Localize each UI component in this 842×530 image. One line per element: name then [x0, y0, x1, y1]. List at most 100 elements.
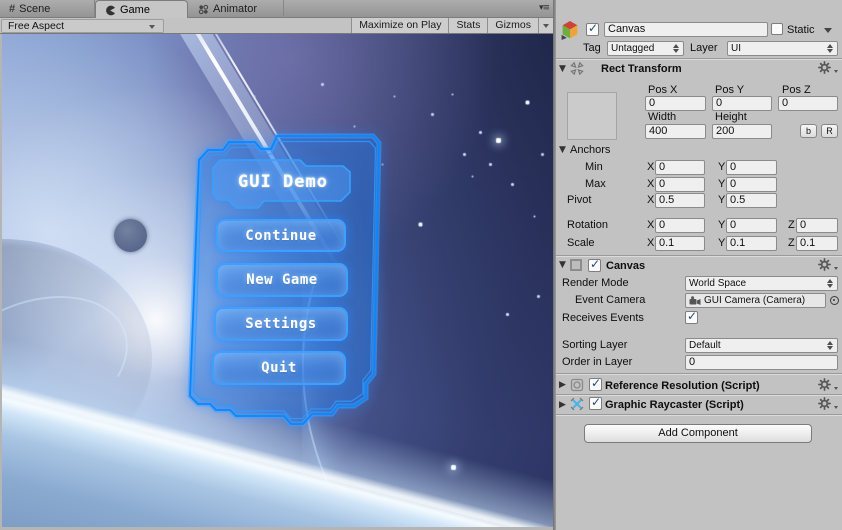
y-label: Y: [718, 161, 726, 173]
y-label: Y: [718, 194, 726, 206]
pivot-x-field[interactable]: 0.5: [655, 193, 705, 208]
gear-icon[interactable]: [818, 378, 838, 391]
gui-demo-title: GUI Demo: [238, 172, 328, 192]
anchor-max-y-field[interactable]: 0: [726, 177, 777, 192]
pos-z-field[interactable]: 0: [778, 96, 838, 111]
canvas-enabled-checkbox[interactable]: ✓: [588, 257, 601, 272]
anchor-preview-box: [567, 92, 617, 140]
scale-y-field[interactable]: 0.1: [726, 236, 777, 251]
raw-edit-mode-button[interactable]: R: [821, 124, 838, 138]
canvas-foldout[interactable]: ▼: [559, 260, 566, 270]
gizmos-dropdown-arrow[interactable]: [538, 18, 553, 33]
static-label: Static: [787, 24, 815, 36]
tab-animator[interactable]: Animator: [189, 0, 284, 18]
sorting-layer-dropdown[interactable]: Default: [685, 338, 838, 353]
static-dropdown-arrow[interactable]: [824, 28, 832, 33]
gear-icon[interactable]: [818, 397, 838, 410]
check-icon: ✓: [591, 376, 602, 390]
updown-arrows-icon: [827, 279, 834, 288]
height-label: Height: [715, 111, 747, 123]
add-component-button[interactable]: Add Component: [584, 424, 812, 443]
receives-events-checkbox[interactable]: ✓: [685, 309, 698, 324]
layer-dropdown[interactable]: UI: [727, 41, 838, 56]
aspect-dropdown[interactable]: Free Aspect: [1, 19, 164, 33]
updown-arrows-icon: [827, 44, 834, 53]
min-label: Min: [585, 161, 603, 173]
graphic-raycaster-foldout[interactable]: ▶: [559, 400, 566, 410]
game-icon: [105, 5, 116, 16]
new-game-button[interactable]: New Game: [216, 263, 348, 297]
stats-button[interactable]: Stats: [448, 18, 488, 33]
reference-resolution-checkbox[interactable]: ✓: [589, 376, 602, 391]
gizmos-button[interactable]: Gizmos: [487, 18, 538, 33]
gameobject-active-checkbox[interactable]: ✓: [586, 21, 599, 36]
reference-resolution-foldout[interactable]: ▶: [559, 380, 566, 390]
updown-arrows-icon: [673, 44, 680, 53]
width-field[interactable]: 400: [645, 124, 706, 139]
anchor-max-x-field[interactable]: 0: [655, 177, 705, 192]
height-field[interactable]: 200: [712, 124, 772, 139]
rotation-x-field[interactable]: 0: [655, 218, 705, 233]
gui-demo-panel: GUI Demo Continue New Game Settings Quit: [2, 34, 553, 527]
left-pane-menu-icon[interactable]: ▾≡: [539, 3, 550, 13]
receives-events-label: Receives Events: [562, 312, 644, 324]
order-in-layer-field[interactable]: 0: [685, 355, 838, 370]
static-checkbox[interactable]: [771, 23, 783, 35]
rotation-y-field[interactable]: 0: [726, 218, 777, 233]
y-label: Y: [718, 219, 726, 231]
camera-icon: [689, 295, 701, 306]
aspect-value: Free Aspect: [8, 20, 65, 32]
maximize-on-play-button[interactable]: Maximize on Play: [351, 18, 449, 33]
tab-scene[interactable]: # Scene: [0, 0, 95, 18]
chevron-down-icon: [834, 267, 838, 270]
tab-scene-label: Scene: [19, 3, 51, 15]
updown-arrows-icon: [827, 341, 834, 350]
graphic-raycaster-checkbox[interactable]: ✓: [589, 395, 602, 410]
anchor-min-x-field[interactable]: 0: [655, 160, 705, 175]
z-label: Z: [788, 219, 795, 231]
check-icon: ✓: [590, 257, 601, 271]
event-camera-object-field[interactable]: GUI Camera (Camera): [685, 293, 826, 308]
rotation-label: Rotation: [567, 219, 608, 231]
reference-resolution-title: Reference Resolution (Script): [605, 380, 760, 392]
game-view-frame: GUI Demo Continue New Game Settings Quit: [0, 34, 553, 530]
continue-button[interactable]: Continue: [216, 219, 346, 252]
rect-transform-title: Rect Transform: [601, 63, 682, 75]
anchors-foldout[interactable]: ▼: [559, 145, 566, 155]
gear-icon[interactable]: [818, 258, 838, 271]
chevron-down-icon: [543, 23, 549, 28]
gear-icon[interactable]: [818, 61, 838, 74]
scale-x-field[interactable]: 0.1: [655, 236, 705, 251]
tag-dropdown[interactable]: Untagged: [607, 41, 684, 56]
gameobject-name-field[interactable]: Canvas: [604, 22, 768, 37]
reference-resolution-icon: [570, 378, 584, 392]
scale-z-field[interactable]: 0.1: [796, 236, 838, 251]
tab-game[interactable]: Game: [95, 0, 188, 19]
pos-z-label: Pos Z: [782, 84, 811, 96]
pos-x-field[interactable]: 0: [645, 96, 706, 111]
settings-button[interactable]: Settings: [214, 307, 348, 341]
y-label: Y: [718, 237, 726, 249]
graphic-raycaster-title: Graphic Raycaster (Script): [605, 399, 744, 411]
anchor-min-y-field[interactable]: 0: [726, 160, 777, 175]
width-label: Width: [648, 111, 677, 123]
render-mode-dropdown[interactable]: World Space: [685, 276, 838, 291]
z-label: Z: [788, 237, 795, 249]
y-label: Y: [718, 178, 726, 190]
rect-transform-foldout[interactable]: ▼: [559, 64, 566, 74]
left-tabbar: # Scene Game Animator ▾≡: [0, 0, 553, 19]
pivot-label: Pivot: [567, 194, 592, 206]
tab-game-label: Game: [120, 4, 150, 16]
blueprint-mode-button[interactable]: b: [800, 124, 817, 138]
quit-button[interactable]: Quit: [212, 351, 346, 385]
rotation-z-field[interactable]: 0: [796, 218, 838, 233]
game-viewport: GUI Demo Continue New Game Settings Quit: [2, 34, 553, 527]
gameobject-cube-icon[interactable]: [559, 20, 581, 40]
scene-icon: #: [9, 3, 16, 15]
tab-animator-label: Animator: [213, 3, 258, 15]
inspector-panel: ✓ Canvas Static Tag Untagged Layer UI ▼ …: [556, 0, 842, 530]
pos-y-field[interactable]: 0: [712, 96, 772, 111]
object-picker-icon[interactable]: [830, 296, 839, 305]
game-toolbar: Free Aspect Maximize on Play Stats Gizmo…: [0, 18, 553, 34]
pivot-y-field[interactable]: 0.5: [726, 193, 777, 208]
